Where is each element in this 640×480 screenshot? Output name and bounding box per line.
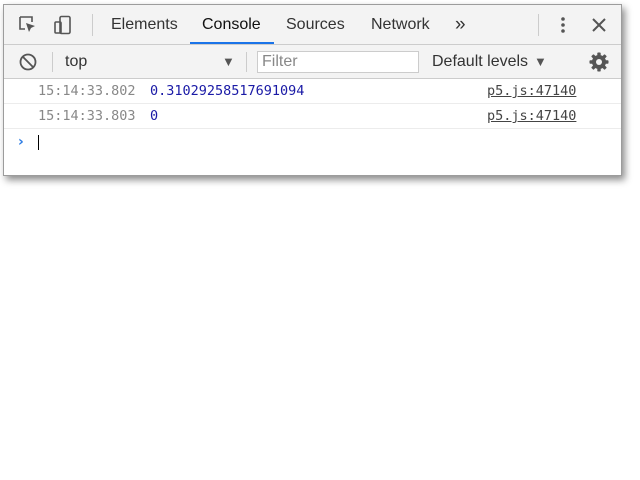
- triangle-down-icon[interactable]: ▼: [222, 45, 235, 78]
- double-chevron-icon[interactable]: »: [455, 5, 466, 43]
- device-toolbar-icon[interactable]: [53, 15, 73, 35]
- message-timestamp: 15:14:33.802: [38, 83, 136, 99]
- message-timestamp: 15:14:33.803: [38, 108, 136, 124]
- devtools-tabbar: Elements Console Sources Network »: [4, 5, 621, 45]
- gear-icon[interactable]: [589, 52, 609, 72]
- prompt-chevron-icon: ›: [18, 134, 24, 150]
- tab-sources[interactable]: Sources: [286, 5, 345, 43]
- tab-elements[interactable]: Elements: [111, 5, 178, 43]
- triangle-down-icon: ▼: [534, 54, 547, 69]
- tab-console[interactable]: Console: [202, 5, 261, 43]
- source-link[interactable]: p5.js:47140: [487, 104, 576, 128]
- console-output: 15:14:33.802 0.31029258517691094 p5.js:4…: [4, 79, 621, 155]
- console-prompt[interactable]: ›: [4, 129, 621, 155]
- close-icon[interactable]: [589, 15, 609, 35]
- tabbar-divider: [92, 14, 93, 36]
- levels-label: Default levels: [432, 53, 529, 70]
- text-caret: [38, 135, 39, 150]
- vertical-dots-icon[interactable]: [553, 15, 573, 35]
- console-message: 15:14:33.802 0.31029258517691094 p5.js:4…: [4, 79, 621, 104]
- block-icon[interactable]: [18, 52, 38, 72]
- console-toolbar: top ▼ Default levels ▼: [4, 45, 621, 79]
- console-message: 15:14:33.803 0 p5.js:47140: [4, 104, 621, 129]
- inspect-element-icon[interactable]: [18, 15, 38, 35]
- context-selector[interactable]: top: [65, 45, 87, 78]
- active-tab-indicator: [190, 42, 274, 44]
- tab-network[interactable]: Network: [371, 5, 430, 43]
- tabbar-divider: [538, 14, 539, 36]
- message-value: 0: [150, 108, 159, 124]
- message-value: 0.31029258517691094: [150, 83, 305, 99]
- filter-input[interactable]: [257, 51, 419, 73]
- toolbar-divider: [52, 52, 53, 72]
- toolbar-divider: [246, 52, 247, 72]
- levels-dropdown[interactable]: Default levels ▼: [432, 45, 547, 78]
- source-link[interactable]: p5.js:47140: [487, 79, 576, 103]
- devtools-panel: Elements Console Sources Network » top ▼…: [3, 4, 622, 176]
